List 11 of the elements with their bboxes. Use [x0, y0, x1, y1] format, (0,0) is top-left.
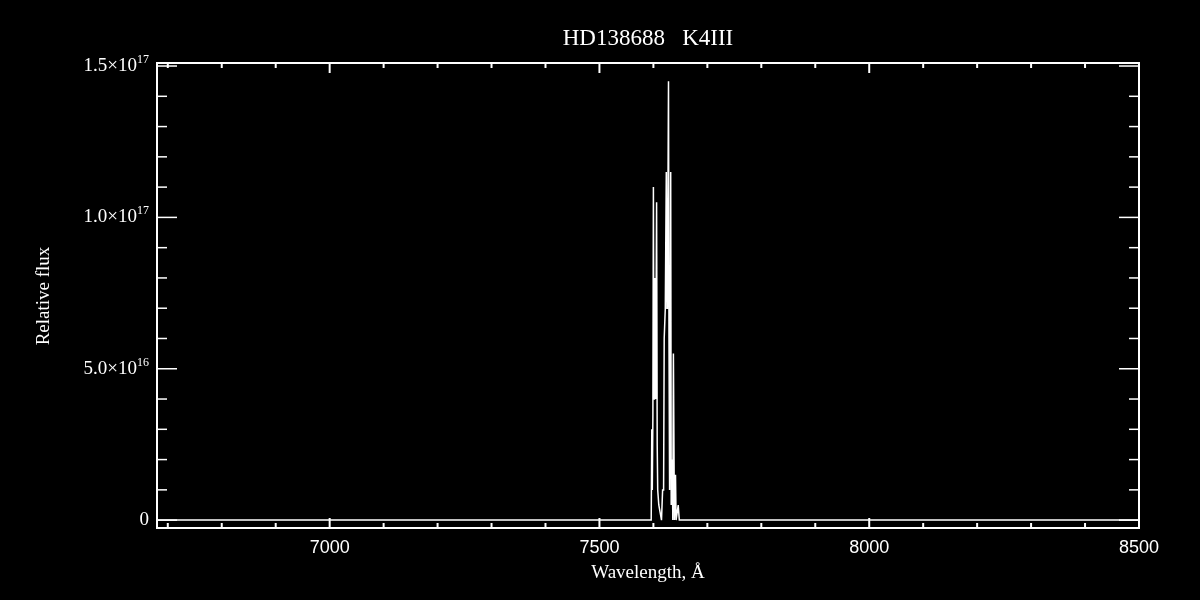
y-tick-label: 0 — [139, 508, 149, 528]
x-tick-label: 7000 — [309, 538, 350, 556]
x-tick-label: 8000 — [849, 538, 890, 556]
x-tick-label: 8500 — [1119, 538, 1159, 556]
chart-title: HD138688 K4III — [562, 26, 734, 49]
y-tick-label: 5.0×10$^{16}$ — [83, 356, 149, 378]
x-axis-label: Wavelength, Å — [591, 562, 705, 581]
y-tick-label: 1.5×10$^{17}$ — [83, 53, 149, 75]
x-tick-label: 7500 — [579, 538, 620, 556]
y-tick-label: 1.0×10$^{17}$ — [83, 204, 149, 226]
y-axis-label: Relative flux — [32, 246, 52, 345]
